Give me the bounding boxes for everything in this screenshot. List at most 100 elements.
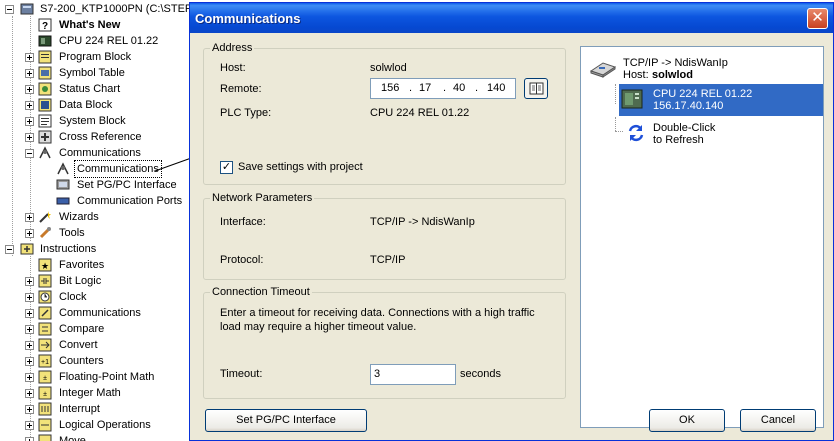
save-settings-label[interactable]: Save settings with project [238,161,363,174]
communication-ports-icon [56,197,70,205]
system-block-icon [38,114,52,128]
tree-item-label: Program Block [59,51,132,63]
tree-item-label: Integer Math [59,387,121,399]
status-chart-icon [38,82,52,96]
ip-dot: . [443,82,447,94]
svg-text:★: ★ [41,261,49,271]
tree-item-label: Compare [59,323,105,335]
expand-toggle[interactable] [25,213,34,222]
address-book-button[interactable] [524,78,548,99]
tree-item-label: Bit Logic [59,275,102,287]
dialog-title: Communications [195,11,301,26]
tree-item-label: Communications [59,147,141,159]
compare-icon [38,322,52,336]
project-tree[interactable]: S7-200_KTP1000PN (C:\STEP ? What's New C… [0,0,190,441]
host-value: solwlod [370,62,407,74]
tree-item-label: Communications [59,307,141,319]
expand-toggle[interactable] [25,133,34,142]
tree-item-label: CPU 224 REL 01.22 [59,35,159,47]
network-view-panel[interactable]: TCP/IP -> NdisWanIp Host: solwlod CPU 22… [580,46,824,428]
expand-toggle[interactable] [25,69,34,78]
ip-dot: . [475,82,479,94]
tree-connector [30,16,31,241]
plc-type-value: CPU 224 REL 01.22 [370,107,470,119]
interrupt-icon [38,402,52,416]
timeout-legend: Connection Timeout [210,285,312,299]
ip-octet-1: 156 [381,82,400,94]
address-legend: Address [210,41,255,55]
set-pgpc-interface-button[interactable]: Set PG/PC Interface [205,409,367,432]
title-bar[interactable]: Communications ✕ [190,3,833,33]
expand-toggle[interactable] [25,101,34,110]
tree-item-label: Counters [59,355,104,367]
connection-timeout-group: Connection Timeout Enter a timeout for r… [203,285,566,399]
instructions-icon [20,243,34,255]
cross-reference-icon [38,130,52,144]
expand-toggle[interactable] [25,421,34,430]
ip-octet-3: 40 [453,82,466,94]
refresh-node[interactable]: Double-Click to Refresh [623,120,743,148]
expand-toggle[interactable] [25,53,34,62]
communications-instr-icon [38,306,52,320]
svg-text:?: ? [42,21,48,32]
counters-icon: +1 [38,354,52,368]
save-settings-checkbox[interactable]: ✓ [220,161,233,174]
host-name-label: solwlod [652,69,693,81]
cpu-address-label: 156.17.40.140 [653,100,724,112]
tree-item-label: Cross Reference [59,131,142,143]
expand-toggle[interactable] [25,293,34,302]
expand-toggle[interactable] [25,325,34,334]
tree-connector [12,16,13,256]
ok-button[interactable]: OK [649,409,725,432]
expand-toggle[interactable] [25,277,34,286]
communications-icon [57,162,69,175]
floating-point-icon: ± [38,370,52,384]
timeout-units-label: seconds [460,368,501,380]
project-icon [20,3,34,15]
tree-connector [615,117,616,131]
tree-item-label: Convert [59,339,98,351]
close-button[interactable]: ✕ [807,8,828,29]
help-icon: ? [38,18,52,32]
collapse-toggle[interactable] [5,245,14,254]
cpu-icon [38,35,52,47]
tree-item-label: Status Chart [59,83,121,95]
svg-text:+1: +1 [41,359,49,366]
collapse-toggle[interactable] [5,5,14,14]
expand-toggle[interactable] [25,309,34,318]
network-parameters-group: Network Parameters Interface: TCP/IP -> … [203,191,566,280]
ip-octet-4: 140 [487,82,506,94]
network-adapter-icon [589,62,617,78]
expand-toggle[interactable] [25,405,34,414]
communications-folder-icon [39,146,51,159]
tree-item-label: Favorites [59,259,105,271]
cancel-button[interactable]: Cancel [740,409,816,432]
expand-toggle[interactable] [25,357,34,366]
tree-root[interactable]: S7-200_KTP1000PN (C:\STEP [4,1,190,17]
tree-item-label: Wizards [59,211,99,223]
expand-toggle[interactable] [25,229,34,238]
cpu-name-label: CPU 224 REL 01.22 [653,88,753,100]
expand-toggle[interactable] [25,437,34,441]
collapse-toggle[interactable] [25,149,34,158]
remote-ip-input[interactable]: 156 . 17 . 40 . 140 [370,78,516,99]
expand-toggle[interactable] [25,341,34,350]
expand-toggle[interactable] [25,117,34,126]
logical-operations-icon [38,418,52,432]
interface-label: Interface: [220,216,266,228]
expand-toggle[interactable] [25,85,34,94]
timeout-input[interactable]: 3 [370,364,456,385]
ip-dot: . [409,82,413,94]
tree-item-label: Communication Ports [77,195,183,207]
convert-icon [38,338,52,352]
timeout-description-line2: load may require a higher timeout value. [220,321,417,333]
data-block-icon [38,98,52,112]
expand-toggle[interactable] [25,373,34,382]
host-label: Host: [220,62,246,74]
tree-item-label: Symbol Table [59,67,125,79]
expand-toggle[interactable] [25,389,34,398]
cpu-node-selected[interactable]: CPU 224 REL 01.22 156.17.40.140 [619,84,823,116]
ip-octet-2: 17 [419,82,432,94]
timeout-description-line1: Enter a timeout for receiving data. Conn… [220,307,535,319]
close-icon: ✕ [811,9,824,26]
